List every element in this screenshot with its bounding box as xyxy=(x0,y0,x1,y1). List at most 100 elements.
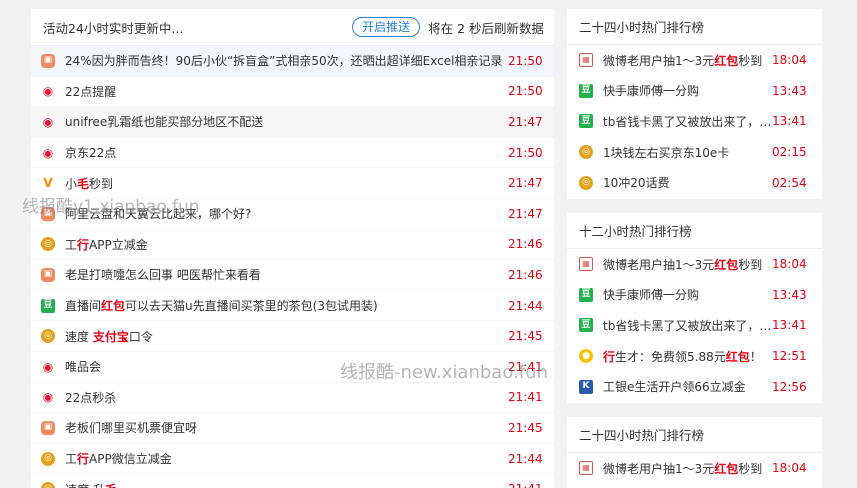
item-title-link[interactable]: 京东22点 xyxy=(65,144,508,161)
feed-item[interactable]: ▣ 24%因为胖而告终！90后小伙“拆盲盒”式相亲50次，还晒出超详细Excel相… xyxy=(31,46,554,77)
feed-item[interactable]: ◉ 22点秒杀 21:41 xyxy=(31,383,554,414)
title-text: 工 xyxy=(65,237,78,252)
item-time: 21:45 xyxy=(508,420,543,435)
ranking-item[interactable]: 豆快手康师傅一分购 13:43 xyxy=(567,76,822,107)
title-text: unifree乳霜纸也能买部分地区不配送 xyxy=(65,115,264,130)
ranking-item[interactable]: ◎ 1块钱左右买京东10e卡 02:15 xyxy=(567,137,822,168)
item-title-link[interactable]: 22点秒杀 xyxy=(65,389,508,406)
title-text: 京东22点 xyxy=(65,146,117,161)
item-title-link[interactable]: 唯品会 xyxy=(65,358,508,375)
item-title-link[interactable]: tb省钱卡黑了又被放出来了，没... xyxy=(603,113,772,130)
item-title-link[interactable]: 直播间红包可以去天猫u先直播间买茶里的茶包(3包试用装) xyxy=(65,297,508,314)
item-title-link[interactable]: 快手康师傅一分购 xyxy=(603,82,772,99)
highlight-keyword: 红包 xyxy=(101,299,126,314)
item-time: 21:47 xyxy=(508,114,543,129)
weibo-icon: ◉ xyxy=(42,114,54,129)
ranking-item[interactable]: ▦ 微博老用户抽1～3元红包秒到 18:04 xyxy=(567,249,822,280)
feed-item[interactable]: ◉ unifree乳霜纸也能买部分地区不配送 21:47 xyxy=(31,107,554,138)
item-time: 21:46 xyxy=(508,267,543,282)
item-title-link[interactable]: 速度 支付宝口令 xyxy=(65,328,508,345)
item-title-link[interactable]: tb省钱卡黑了又被放出来了，没... xyxy=(603,317,772,334)
ranking-panel-12h: 十二小时热门排行榜 ▦ 微博老用户抽1～3元红包秒到 18:04 豆快手康师傅一分购 1… xyxy=(567,213,822,403)
dou-icon: 豆 xyxy=(579,318,593,333)
item-title-link[interactable]: 工行APP微信立减金 xyxy=(65,450,508,467)
item-title-link[interactable]: 微博老用户抽1～3元红包秒到 xyxy=(603,460,772,477)
item-title-link[interactable]: unifree乳霜纸也能买部分地区不配送 xyxy=(65,113,508,130)
item-title-link[interactable]: 1块钱左右买京东10e卡 xyxy=(603,144,772,161)
ranking-item[interactable]: 豆快手康师傅一分购 13:43 xyxy=(567,280,822,311)
item-title-link[interactable]: 老是打喷嚏怎么回事 吧医帮忙来看看 xyxy=(65,266,508,283)
feed-title: 活动24小时实时更新中... xyxy=(43,20,184,36)
feed-item[interactable]: ◎速度 升毛...21:41 xyxy=(31,474,554,488)
item-title-link[interactable]: 工行APP立减金 xyxy=(65,236,508,253)
feed-header: 活动24小时实时更新中... 开启推送 将在 2 秒后刷新数据 xyxy=(31,9,554,46)
title-text: 工银e生活开户领66立减金 xyxy=(603,380,746,395)
title-text: APP微信立减金 xyxy=(89,452,172,467)
feed-item[interactable]: ◉ 京东22点 21:50 xyxy=(31,138,554,169)
highlight-keyword: 毛 xyxy=(105,483,117,488)
item-time: 13:43 xyxy=(772,287,807,302)
feed-item[interactable]: ◎ 工行APP立减金 21:46 xyxy=(31,230,554,261)
title-text: 速度 xyxy=(65,329,93,344)
feed-item[interactable]: ▣ 老是打喷嚏怎么回事 吧医帮忙来看看 21:46 xyxy=(31,260,554,291)
title-text: 22点提醒 xyxy=(65,84,117,99)
shop-icon: ▣ xyxy=(41,53,55,68)
feed-item[interactable]: ◉ 22点提醒 21:50 xyxy=(31,77,554,108)
item-title-link[interactable]: 10冲20话费 xyxy=(603,174,772,191)
taobao-icon: V xyxy=(43,176,53,191)
item-title-link[interactable]: 小毛秒到 xyxy=(65,175,508,192)
feed-item[interactable]: ▣ 阿里云盘和天翼云比起来，哪个好? 21:47 xyxy=(31,199,554,230)
item-time: 21:44 xyxy=(508,451,543,466)
item-title-link[interactable]: 工银e生活开户领66立减金 xyxy=(603,378,772,395)
ranking-item[interactable]: 豆 tb省钱卡黑了又被放出来了，没... 13:41 xyxy=(567,106,822,137)
item-title-link[interactable]: 老板们哪里买机票便宜呀 xyxy=(65,419,508,436)
item-title-link[interactable]: 微博老用户抽1～3元红包秒到 xyxy=(603,256,772,273)
highlight-keyword: 红包 xyxy=(714,257,739,272)
title-text: 工 xyxy=(65,452,78,467)
title-text: 速度 升 xyxy=(65,483,105,488)
feed-item[interactable]: 豆直播间红包可以去天猫u先直播间买茶里的茶包(3包试用装) 21:44 xyxy=(31,291,554,322)
coin-icon: ◎ xyxy=(41,451,55,466)
ranking-item[interactable]: ◎ 10冲20话费 02:54 xyxy=(567,167,822,198)
refresh-countdown: 将在 2 秒后刷新数据 xyxy=(428,20,544,36)
item-time: 18:04 xyxy=(772,53,807,68)
hot-icon: ▦ xyxy=(579,461,593,476)
title-text: 老是打喷嚏怎么回事 吧医帮忙来看看 xyxy=(65,268,261,283)
coin-icon: ◎ xyxy=(579,145,593,160)
dou-icon: 豆 xyxy=(579,114,593,129)
gold-coin-icon: ● xyxy=(579,349,593,364)
item-time: 21:50 xyxy=(508,53,543,68)
ranking-item[interactable]: 豆 tb省钱卡黑了又被放出来了，没... 13:41 xyxy=(567,310,822,341)
ranking-item[interactable]: ● 行生才：免费领5.88元红包！ 12:51 xyxy=(567,341,822,372)
enable-push-button[interactable]: 开启推送 xyxy=(352,17,421,37)
item-title-link[interactable]: 行生才：免费领5.88元红包！ xyxy=(603,348,772,365)
feed-item[interactable]: ◎ 工行APP微信立减金 21:44 xyxy=(31,444,554,475)
ranking-item[interactable]: ▦ 微博老用户抽1～3元红包秒到 18:04 xyxy=(567,45,822,76)
item-title-link[interactable]: 微博老用户抽1～3元红包秒到 xyxy=(603,52,772,69)
item-time: 18:04 xyxy=(772,257,807,272)
ranking-item[interactable]: K 工银e生活开户领66立减金 12:56 xyxy=(567,371,822,402)
item-title-link[interactable]: 24%因为胖而告终！90后小伙“拆盲盒”式相亲50次，还晒出超详细Excel相亲… xyxy=(65,52,508,69)
item-title-link[interactable]: 阿里云盘和天翼云比起来，哪个好? xyxy=(65,205,508,222)
item-time: 12:56 xyxy=(772,379,807,394)
item-title-link[interactable]: 速度 升毛... xyxy=(65,481,508,488)
title-text: 秒到 xyxy=(738,53,763,68)
feed-list: ▣ 24%因为胖而告终！90后小伙“拆盲盒”式相亲50次，还晒出超详细Excel相… xyxy=(31,46,554,488)
weibo-icon: ◉ xyxy=(42,84,54,99)
item-title-link[interactable]: 快手康师傅一分购 xyxy=(603,286,772,303)
feed-item[interactable]: V 小毛秒到 21:47 xyxy=(31,168,554,199)
feed-item[interactable]: ◉ 唯品会 21:41 xyxy=(31,352,554,383)
ranking-list: ▦ 微博老用户抽1～3元红包秒到 18:04 豆快手康师傅一分购 13:43 豆 tb省钱卡… xyxy=(567,249,822,402)
dou-icon: 豆 xyxy=(579,83,593,98)
feed-item[interactable]: ◎ 速度 支付宝口令 21:45 xyxy=(31,321,554,352)
bank-icon: K xyxy=(579,379,593,394)
feed-item[interactable]: ▣ 老板们哪里买机票便宜呀 21:45 xyxy=(31,413,554,444)
ranking-item[interactable]: ▦ 微博老用户抽1～3元红包秒到 18:04 xyxy=(567,453,822,484)
title-text: 微博老用户抽1～3元 xyxy=(603,257,715,272)
coin-icon: ◎ xyxy=(41,237,55,252)
item-title-link[interactable]: 22点提醒 xyxy=(65,83,508,100)
title-text: 10冲20话费 xyxy=(603,176,670,191)
title-text: 生才：免费领5.88元 xyxy=(615,349,726,364)
item-time: 21:47 xyxy=(508,206,543,221)
item-time: 21:41 xyxy=(508,359,543,374)
